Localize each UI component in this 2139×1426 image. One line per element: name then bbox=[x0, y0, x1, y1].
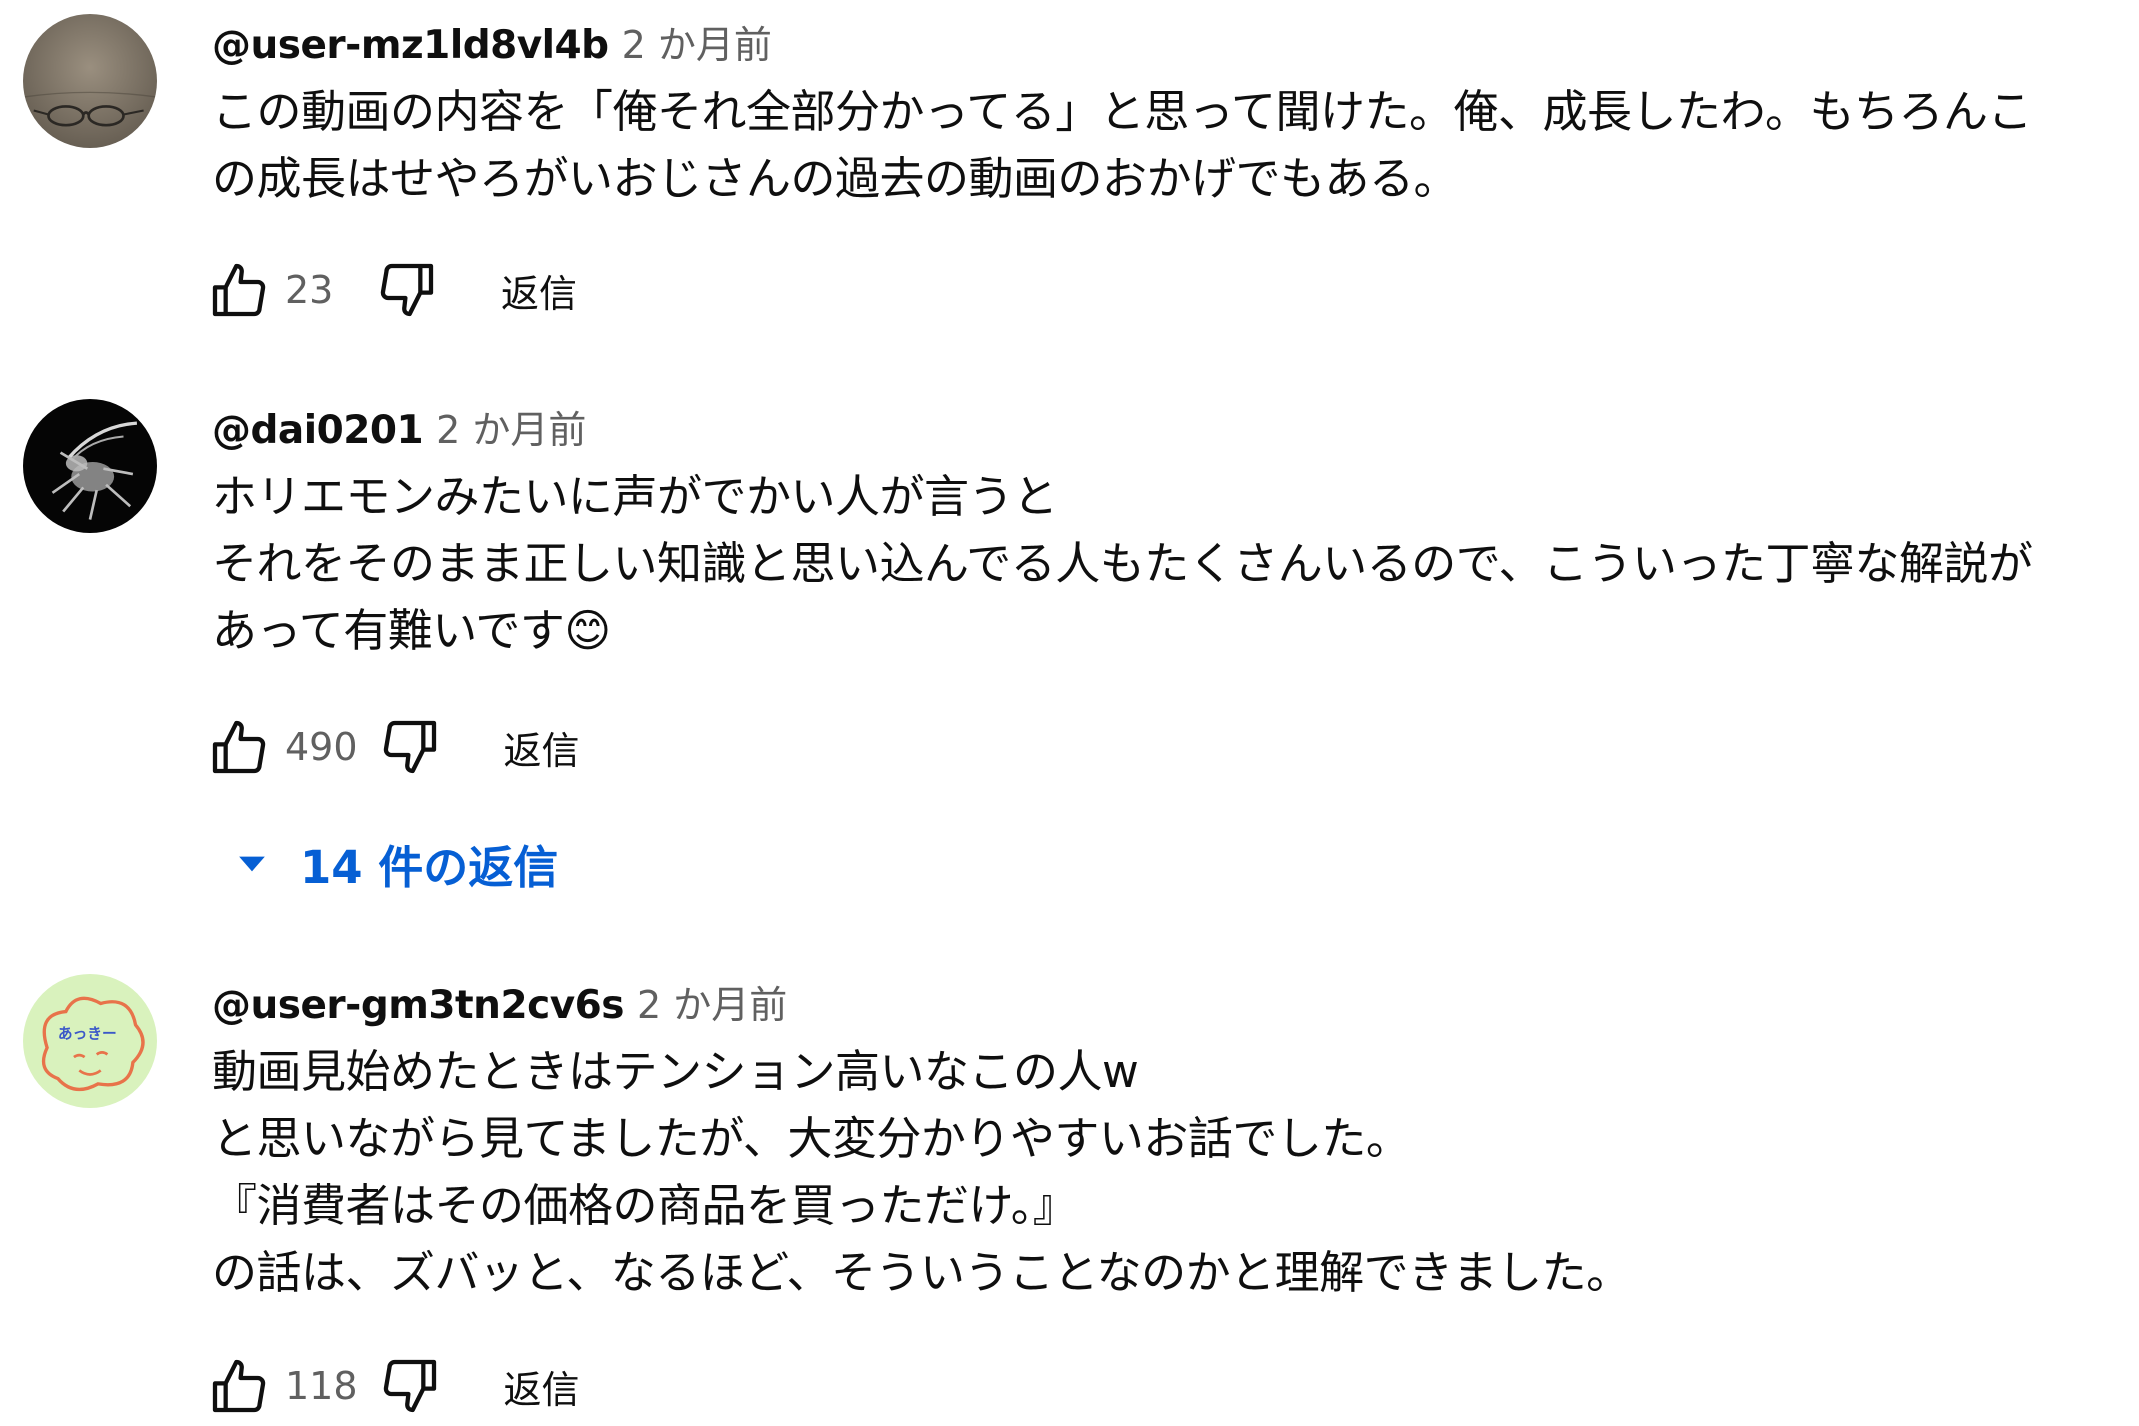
caret-down-icon bbox=[239, 856, 265, 871]
glasses-photo-avatar bbox=[23, 14, 157, 148]
svg-text:あっきー: あっきー bbox=[58, 1025, 117, 1042]
comment-text-line: の話は、ズバッと、なるほど、そういうことなのかと理解できました。 bbox=[212, 1246, 1631, 1299]
comment-actions: 490 返信 bbox=[205, 707, 580, 787]
comment-text-line: と思いながら見てましたが、大変分かりやすいお話でした。 bbox=[212, 1112, 1411, 1165]
thumb-up-icon bbox=[212, 263, 266, 317]
comment-time[interactable]: 2 か月前 bbox=[622, 14, 772, 69]
thumb-down-icon bbox=[383, 720, 436, 774]
cartoon-face-avatar: あっきー bbox=[23, 974, 157, 1108]
like-count: 118 bbox=[285, 1364, 358, 1408]
like-button[interactable] bbox=[205, 713, 273, 781]
thumb-down-icon bbox=[383, 1359, 436, 1413]
replies-count-label: 14 件の返信 bbox=[300, 841, 559, 894]
comment-header: @user-mz1ld8vl4b 2 か月前 bbox=[212, 14, 2139, 68]
comment-time[interactable]: 2 か月前 bbox=[436, 399, 586, 454]
comments-section: @user-mz1ld8vl4b 2 か月前 この動画の内容を「俺それ全部分かっ… bbox=[0, 0, 2139, 1421]
reply-button[interactable]: 返信 bbox=[504, 720, 580, 775]
comment-text: ホリエモンみたいに声がでかい人が言うと それをそのまま正しい知識と思い込んでる人… bbox=[212, 463, 2139, 664]
comment-actions: 118 返信 bbox=[205, 1346, 580, 1426]
dislike-button[interactable] bbox=[373, 256, 441, 324]
comment-body: @dai0201 2 か月前 ホリエモンみたいに声がでかい人が言うと それをその… bbox=[212, 399, 2139, 664]
avatar[interactable]: あっきー bbox=[23, 974, 157, 1108]
comment-time[interactable]: 2 か月前 bbox=[637, 974, 787, 1029]
dislike-button[interactable] bbox=[376, 713, 444, 781]
avatar[interactable] bbox=[23, 14, 157, 148]
view-replies-button[interactable]: 14 件の返信 bbox=[230, 831, 558, 896]
reply-button[interactable]: 返信 bbox=[504, 1359, 580, 1414]
beetle-photo-avatar bbox=[23, 399, 157, 533]
like-button[interactable] bbox=[205, 256, 273, 324]
comment-text-line: それをそのまま正しい知識と思い込んでる人もたくさんいるので、こういった丁寧な解説… bbox=[212, 537, 2033, 590]
comment-actions: 23 返信 bbox=[205, 250, 577, 330]
comment-body: @user-mz1ld8vl4b 2 か月前 この動画の内容を「俺それ全部分かっ… bbox=[212, 14, 2139, 212]
thumb-down-icon bbox=[380, 263, 434, 317]
thumb-up-icon bbox=[212, 720, 266, 774]
comment-text: この動画の内容を「俺それ全部分かってる」と思って聞けた。俺、成長したわ。もちろん… bbox=[212, 78, 2139, 212]
comment-text-line: の成長はせやろがいおじさんの過去の動画のおかげでもある。 bbox=[212, 152, 1459, 205]
like-button[interactable] bbox=[205, 1352, 273, 1420]
author-name[interactable]: @user-gm3tn2cv6s bbox=[212, 983, 624, 1028]
comment-text: 動画見始めたときはテンション高いなこの人w と思いながら見てましたが、大変分かり… bbox=[212, 1038, 2139, 1306]
comment-text-line: ホリエモンみたいに声がでかい人が言うと bbox=[212, 470, 1058, 523]
comment-text-line: この動画の内容を「俺それ全部分かってる」と思って聞けた。俺、成長したわ。もちろん… bbox=[212, 85, 2033, 138]
reply-button[interactable]: 返信 bbox=[501, 263, 577, 318]
comment-body: @user-gm3tn2cv6s 2 か月前 動画見始めたときはテンション高いな… bbox=[212, 974, 2139, 1306]
thumb-up-icon bbox=[212, 1359, 266, 1413]
comment-text-line: 動画見始めたときはテンション高いなこの人w bbox=[212, 1045, 1139, 1098]
like-count: 23 bbox=[285, 268, 334, 312]
comment-text-line: あって有難いです😊 bbox=[212, 604, 611, 657]
author-name[interactable]: @dai0201 bbox=[212, 408, 424, 453]
like-count: 490 bbox=[285, 725, 358, 769]
comment-header: @user-gm3tn2cv6s 2 か月前 bbox=[212, 974, 2139, 1028]
comment-text-line: 『消費者はその価格の商品を買っただけ。』 bbox=[212, 1179, 1078, 1232]
avatar[interactable] bbox=[23, 399, 157, 533]
dislike-button[interactable] bbox=[376, 1352, 444, 1420]
comment-header: @dai0201 2 か月前 bbox=[212, 399, 2139, 453]
author-name[interactable]: @user-mz1ld8vl4b bbox=[212, 23, 609, 68]
